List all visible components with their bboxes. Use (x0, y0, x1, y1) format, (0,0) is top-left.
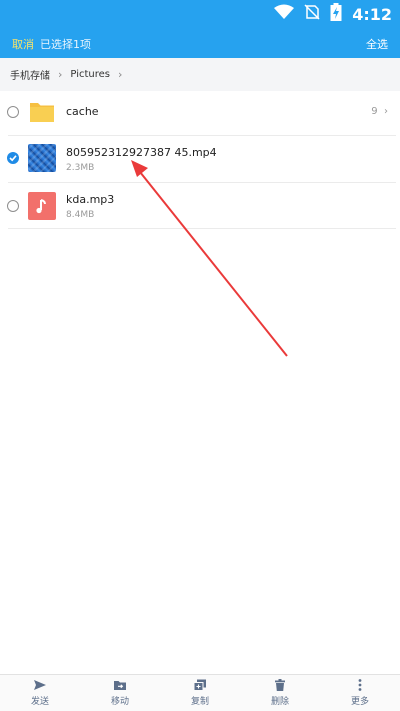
copy-label: 复制 (190, 697, 209, 707)
send-icon (34, 680, 46, 690)
delete-button[interactable]: 删除 (255, 679, 305, 707)
move-folder-icon (114, 681, 126, 690)
send-button[interactable]: 发送 (15, 679, 65, 707)
copy-icon (193, 679, 206, 691)
move-button[interactable]: 移动 (95, 679, 145, 707)
annotation-arrow (131, 160, 288, 357)
delete-label: 删除 (270, 697, 289, 707)
more-dots-icon (358, 679, 362, 691)
send-label: 发送 (30, 697, 49, 707)
copy-button[interactable]: 复制 (175, 679, 225, 707)
more-button[interactable]: 更多 (335, 679, 385, 707)
trash-icon (275, 679, 285, 691)
move-label: 移动 (110, 697, 129, 707)
more-label: 更多 (350, 697, 369, 707)
bottom-toolbar: 发送 移动 复制 删除 更多 (0, 674, 400, 711)
